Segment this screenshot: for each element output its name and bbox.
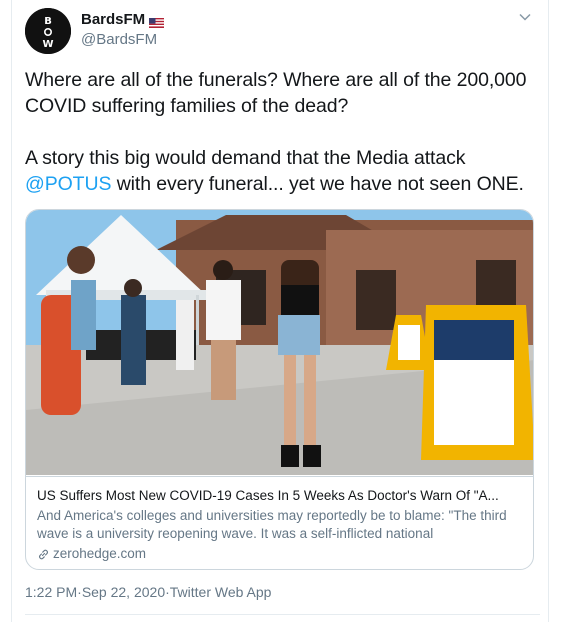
bow-logo-icon: B W bbox=[25, 8, 71, 54]
card-image bbox=[26, 210, 533, 475]
display-name[interactable]: BardsFM bbox=[81, 11, 145, 28]
card-title[interactable]: US Suffers Most New COVID-19 Cases In 5 … bbox=[37, 487, 524, 505]
tweet-meta: 1:22 PM · Sep 22, 2020 · Twitter Web App bbox=[25, 584, 271, 600]
divider bbox=[25, 614, 540, 615]
us-flag-icon bbox=[149, 15, 165, 28]
svg-text:W: W bbox=[42, 39, 53, 50]
link-preview-card[interactable]: US Suffers Most New COVID-19 Cases In 5 … bbox=[25, 209, 534, 570]
tweet-line: @POTUS with every funeral... yet we have… bbox=[25, 171, 540, 197]
tweet-line-rest: with every funeral... yet we have not se… bbox=[111, 173, 524, 195]
card-body: US Suffers Most New COVID-19 Cases In 5 … bbox=[26, 476, 533, 569]
user-handle[interactable]: @BardsFM bbox=[81, 31, 164, 48]
tweet-source[interactable]: Twitter Web App bbox=[170, 584, 272, 600]
card-domain-text: zerohedge.com bbox=[53, 546, 147, 561]
tweet-text: Where are all of the funerals? Where are… bbox=[25, 67, 540, 197]
mention-link[interactable]: @POTUS bbox=[25, 173, 111, 195]
avatar[interactable]: B W bbox=[25, 8, 71, 54]
card-domain[interactable]: zerohedge.com bbox=[37, 545, 524, 563]
link-icon bbox=[39, 549, 48, 559]
tweet-line: A story this big would demand that the M… bbox=[25, 147, 466, 169]
chevron-down-icon[interactable] bbox=[518, 10, 532, 24]
svg-text:B: B bbox=[44, 16, 52, 27]
card-description: And America's colleges and universities … bbox=[37, 508, 507, 541]
tweet-line: Where are all of the funerals? Where are… bbox=[25, 69, 527, 91]
tweet-line: COVID suffering families of the dead? bbox=[25, 95, 349, 117]
tweet-header: B W BardsFM @BardsFM bbox=[25, 8, 540, 54]
tweet-time[interactable]: 1:22 PM bbox=[25, 584, 77, 600]
tweet-date[interactable]: Sep 22, 2020 bbox=[82, 584, 165, 600]
author-names: BardsFM @BardsFM bbox=[81, 11, 165, 48]
